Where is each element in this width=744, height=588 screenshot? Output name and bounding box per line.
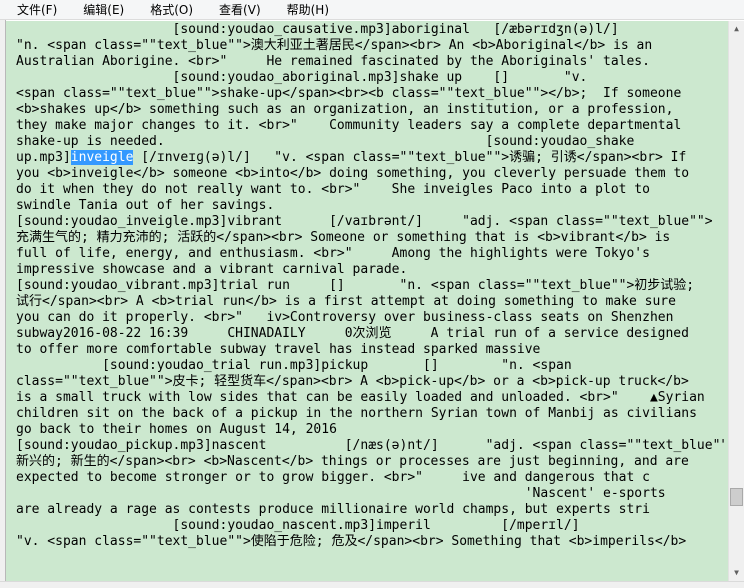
text-line: [sound:youdao_trial run.mp3]pickup [] "n… <box>16 358 572 373</box>
text-line: do it when they do not really want to. <… <box>16 182 650 197</box>
text-line: [sound:youdao_nascent.mp3]imperil [/mper… <box>16 518 580 533</box>
menu-bar: 文件(F) 编辑(E) 格式(O) 查看(V) 帮助(H) <box>0 0 744 20</box>
text-line: subway2016-08-22 16:39 CHINADAILY 0次浏览 A… <box>16 326 689 341</box>
text-line: [sound:youdao_vibrant.mp3]trial run [] "… <box>16 278 695 293</box>
text-line: expected to become stronger or to grow b… <box>16 470 650 485</box>
menu-format[interactable]: 格式(O) <box>133 0 202 20</box>
text-line: 'Nascent' e-sports <box>16 486 666 501</box>
text-line: <span class=""text_blue"">shake-up</span… <box>16 86 682 101</box>
menu-view[interactable]: 查看(V) <box>202 0 270 20</box>
text-line: you can do it properly. <br>" iv>Controv… <box>16 310 674 325</box>
text-line: 试行</span><br> A <b>trial run</b> is a fi… <box>16 294 676 309</box>
text-line: [sound:youdao_inveigle.mp3]vibrant [/vaɪ… <box>16 214 713 229</box>
text-line: [sound:youdao_causative.mp3]aboriginal [… <box>16 22 619 37</box>
text-line: is a small truck with low sides that can… <box>16 390 705 405</box>
text-line: "n. <span class=""text_blue"">澳大利亚土著居民</… <box>16 38 653 53</box>
arrow-down-icon[interactable]: ▼ <box>729 565 744 581</box>
vertical-scrollbar[interactable]: ▲ ▼ <box>728 21 744 581</box>
text-segment: [/ɪnveɪɡ(ə)l/] "v. <span class=""text_bl… <box>133 150 687 165</box>
text-line: class=""text_blue"">皮卡; 轻型货车</span><br> … <box>16 374 689 389</box>
scrollbar-thumb[interactable] <box>730 488 743 506</box>
text-line: are already a rage as contests produce m… <box>16 502 650 517</box>
menu-file[interactable]: 文件(F) <box>0 0 66 20</box>
window-bottom-edge <box>0 581 744 588</box>
text-line: full of life, energy, and enthusiasm. <b… <box>16 246 650 261</box>
text-line: [sound:youdao_pickup.mp3]nascent [/næs(ə… <box>16 438 724 453</box>
arrow-up-icon[interactable]: ▲ <box>729 21 744 37</box>
selected-text: inveigle <box>70 150 134 165</box>
text-line: you <b>inveigle</b> someone <b>into</b> … <box>16 166 690 181</box>
text-line: <b>shakes up</b> something such as an or… <box>16 102 674 117</box>
text-line: children sit on the back of a pickup in … <box>16 406 697 421</box>
editor-text[interactable]: [sound:youdao_causative.mp3]aboriginal [… <box>16 22 724 550</box>
text-line: to offer more comfortable subway travel … <box>16 342 541 357</box>
menu-help[interactable]: 帮助(H) <box>270 0 338 20</box>
menu-edit[interactable]: 编辑(E) <box>66 0 133 20</box>
text-line: [sound:youdao_aboriginal.mp3]shake up []… <box>16 70 588 85</box>
text-line: impressive showcase and a vibrant carniv… <box>16 262 408 277</box>
text-line: they make major changes to it. <br>" Com… <box>16 118 682 133</box>
text-line: 新兴的; 新生的</span><br> <b>Nascent</b> thing… <box>16 454 689 469</box>
text-line: "v. <span class=""text_blue"">使陷于危险; 危及<… <box>16 534 687 549</box>
text-line: 充满生气的; 精力充沛的; 活跃的</span><br> Someone or … <box>16 230 671 245</box>
text-segment: up.mp3] <box>16 150 71 165</box>
text-line: shake-up is needed. [sound:youdao_shake <box>16 134 635 149</box>
text-line: swindle Tania out of her savings. <box>16 198 275 213</box>
text-line: up.mp3]inveigle [/ɪnveɪɡ(ə)l/] "v. <span… <box>16 150 724 166</box>
text-line: go back to their homes on August 14, 201… <box>16 422 337 437</box>
text-editor[interactable]: [sound:youdao_causative.mp3]aboriginal [… <box>6 21 728 581</box>
text-line: Australian Aborigine. <br>" He remained … <box>16 54 650 69</box>
